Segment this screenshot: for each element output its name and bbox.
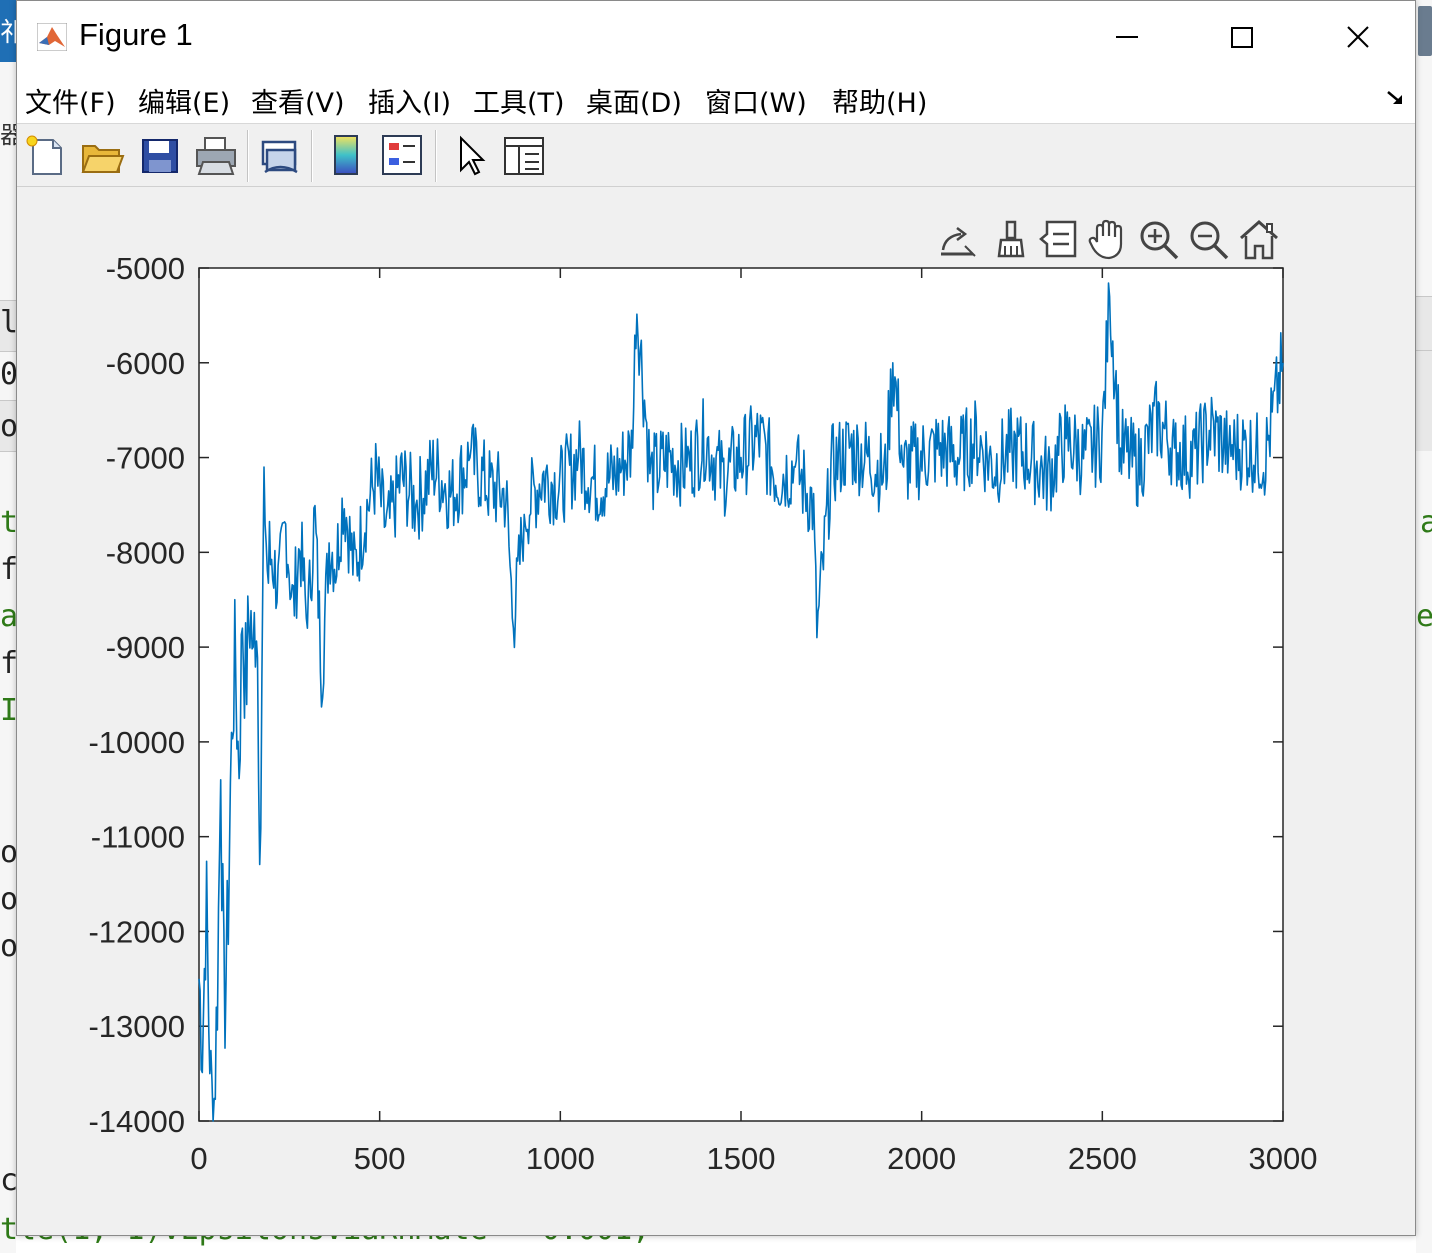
y-tick-label: -12000 xyxy=(88,914,185,949)
y-tick-label: -13000 xyxy=(88,1009,185,1044)
x-tick-label: 1000 xyxy=(526,1141,595,1176)
y-tick-label: -11000 xyxy=(91,820,185,855)
y-tick-label: -10000 xyxy=(88,725,185,760)
x-tick-label: 2500 xyxy=(1068,1141,1137,1176)
y-tick-label: -14000 xyxy=(88,1104,185,1139)
x-tick-label: 2000 xyxy=(887,1141,956,1176)
y-tick-label: -9000 xyxy=(106,630,185,665)
background-titlebar-fragment: 祁 xyxy=(0,0,26,62)
y-tick-label: -7000 xyxy=(106,441,185,476)
x-tick-label: 3000 xyxy=(1249,1141,1318,1176)
y-tick-label: -8000 xyxy=(106,535,185,570)
bg-frag-right-0: a xyxy=(1420,505,1432,540)
x-tick-label: 500 xyxy=(354,1141,406,1176)
x-tick-label: 1500 xyxy=(707,1141,776,1176)
bg-frag-right-1: e xyxy=(1416,599,1432,634)
background-save-icon-fragment xyxy=(1418,6,1432,56)
y-tick-label: -5000 xyxy=(106,251,185,286)
axes xyxy=(198,267,1284,1122)
plot-area xyxy=(198,267,1284,1122)
y-tick-label: -6000 xyxy=(106,346,185,381)
x-tick-label: 0 xyxy=(190,1141,207,1176)
line-plot[interactable]: 0 500 1000 1500 2000 2500 3000 -5000 -6000 -7000 -… xyxy=(17,1,1415,1235)
background-band-right xyxy=(1416,296,1432,351)
figure-window[interactable]: Figure 1 文件(F) 编辑(E) 查看(V) 插入(I) 工具(T) 桌… xyxy=(16,0,1416,1236)
background-band-right-2 xyxy=(1416,350,1432,451)
